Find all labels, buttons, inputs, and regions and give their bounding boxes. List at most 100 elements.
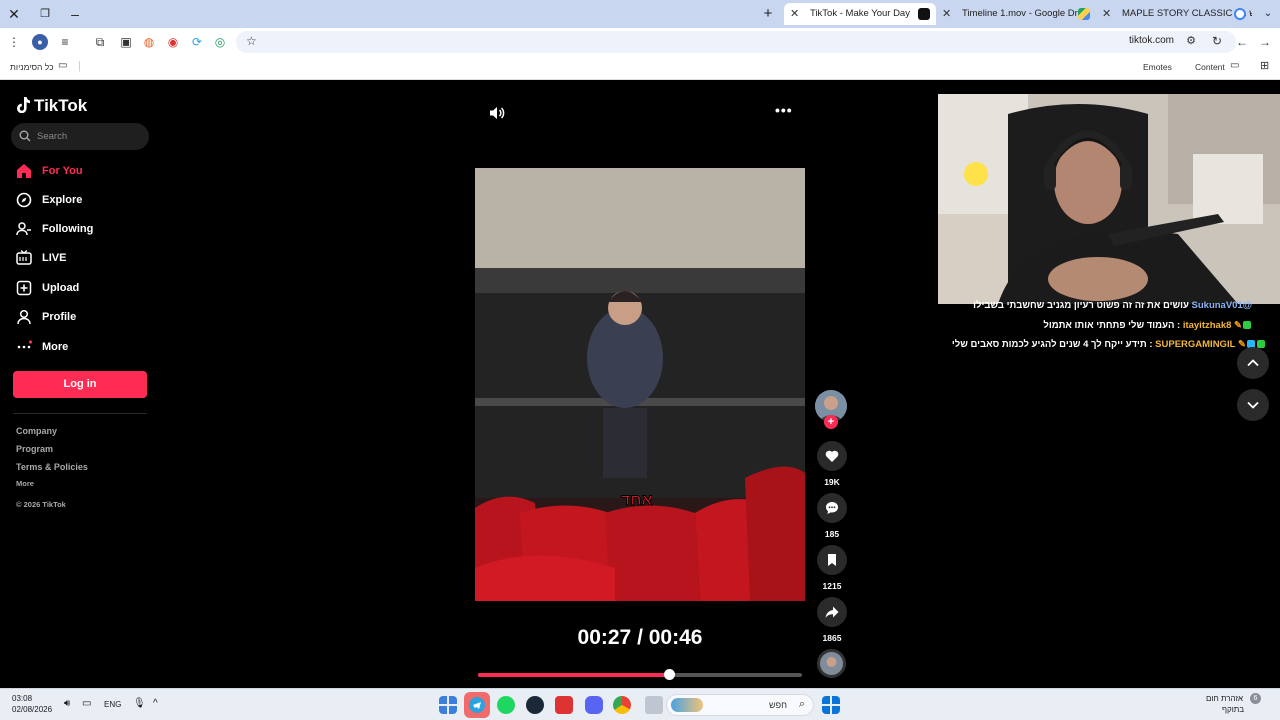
video-progress-bar[interactable] — [478, 669, 802, 680]
comment-button[interactable] — [817, 493, 847, 523]
apps-grid-launcher-icon[interactable] — [439, 696, 457, 714]
video-progress-knob[interactable] — [664, 669, 676, 680]
footer-terms-link[interactable]: Terms & Policies — [16, 462, 88, 472]
bookmark-star-icon[interactable]: ☆ — [246, 34, 257, 48]
drive-favicon-icon — [1078, 8, 1090, 20]
nav-following[interactable]: Following — [16, 219, 93, 239]
bookmarks-divider: | — [78, 60, 81, 72]
tab-search-chevron-icon[interactable]: ⌄ — [1258, 4, 1278, 24]
chrome-app-icon[interactable] — [613, 696, 631, 714]
extension-blue-icon[interactable]: ⟳ — [189, 34, 205, 50]
video-progress-fill — [478, 673, 670, 677]
volume-tray-icon[interactable]: 🔊︎ — [64, 699, 70, 709]
clock-date[interactable]: 02/08/2026 — [12, 705, 52, 715]
telegram-app-icon[interactable] — [464, 692, 490, 718]
webcam-overlay — [938, 94, 1280, 304]
chat-badge-icon — [1243, 321, 1251, 329]
taskbar-search-box[interactable]: חפש ⌕ — [666, 694, 814, 716]
minimize-window-icon[interactable]: – — [65, 4, 85, 24]
volume-icon[interactable] — [488, 104, 506, 122]
discord-app-icon[interactable] — [585, 696, 603, 714]
apps-grid-icon[interactable]: ⊞ — [1260, 59, 1269, 72]
microphone-tray-icon[interactable]: 🎙︎ — [133, 699, 146, 709]
taskbar-search-label: חפש — [769, 700, 787, 710]
footer-company-link[interactable]: Company — [16, 426, 57, 436]
follow-plus-button[interactable]: + — [824, 415, 838, 429]
chat-message: ✎ itayitzhak8 : העמוד שלי פתחתי אותו אתמ… — [1043, 320, 1252, 331]
upload-icon — [16, 280, 32, 296]
search-box[interactable] — [11, 123, 149, 150]
file-explorer-app-icon[interactable] — [645, 696, 663, 714]
bookmark-emotes[interactable]: Emotes — [1143, 62, 1172, 72]
footer-more-link[interactable]: More — [16, 479, 34, 488]
browser-tabbar: ✕ ❐ – + ✕ TikTok - Make Your Day ✕ Timel… — [0, 0, 1280, 28]
taskbar: 03:08 02/08/2026 🔊︎ ▭ ENG 🎙︎ ^ חפש ⌕ אזה… — [0, 688, 1280, 720]
new-tab-button[interactable]: + — [758, 4, 778, 24]
extension-red-icon[interactable]: ◉ — [165, 34, 181, 50]
close-tab-icon[interactable]: ✕ — [790, 3, 799, 25]
music-disc-icon[interactable] — [817, 649, 846, 678]
nav-more[interactable]: More — [16, 337, 68, 357]
tiktok-favicon-icon — [918, 8, 930, 20]
reading-list-icon[interactable]: ≡ — [57, 34, 73, 50]
reload-icon[interactable]: ↻ — [1212, 34, 1222, 48]
site-settings-icon[interactable]: ⚙ — [1186, 34, 1196, 47]
tab-tiktok[interactable]: ✕ TikTok - Make Your Day — [784, 3, 936, 25]
weather-warning-line2[interactable]: בתוקף — [1222, 705, 1244, 715]
footer-program-link[interactable]: Program — [16, 444, 53, 454]
windows-start-icon[interactable] — [822, 696, 840, 714]
menu-kebab-icon[interactable]: ⋮ — [6, 34, 22, 50]
bookmark-button[interactable] — [817, 545, 847, 575]
all-bookmarks-link[interactable]: כל הסימניות — [10, 62, 54, 72]
nav-explore[interactable]: Explore — [16, 190, 82, 210]
close-window-icon[interactable]: ✕ — [4, 4, 24, 24]
extension-orange-icon[interactable]: ◍ — [141, 34, 157, 50]
nav-label: LIVE — [42, 252, 67, 264]
live-icon — [16, 250, 32, 265]
weather-warning-line1[interactable]: אזהרת חום — [1206, 694, 1243, 704]
like-button[interactable] — [817, 441, 847, 471]
share-arrow-icon — [825, 606, 839, 618]
nav-live[interactable]: LIVE — [16, 248, 66, 268]
screenshot-extension-icon[interactable]: ▣ — [118, 34, 134, 50]
close-tab-icon[interactable]: ✕ — [1102, 3, 1111, 25]
nav-label: Profile — [42, 311, 77, 323]
address-bar[interactable]: ☆ tiktok.com ⚙ ↻ — [236, 31, 1236, 53]
clock-time[interactable]: 03:08 — [12, 694, 32, 704]
nav-for-you[interactable]: For You — [16, 161, 83, 181]
close-tab-icon[interactable]: ✕ — [942, 3, 951, 25]
tab-google-drive[interactable]: ✕ Timeline 1.mov - Google Drive — [936, 3, 1096, 25]
language-indicator[interactable]: ENG — [104, 700, 121, 710]
bookmark-content[interactable]: Content — [1195, 62, 1225, 72]
tiktok-logo[interactable]: TikTok — [16, 96, 87, 116]
nav-upload[interactable]: Upload — [16, 278, 79, 298]
extensions-icon[interactable]: ⧉ — [92, 34, 108, 50]
video-player[interactable]: אחד — [475, 168, 805, 601]
google-favicon-icon — [1234, 8, 1246, 20]
bookmark-icon — [828, 554, 836, 566]
app-red-icon[interactable] — [555, 696, 573, 714]
chat-text: עושים את זה זה פשוט רעיון מגניב שחשבתי ב… — [973, 300, 1189, 311]
forward-arrow-icon[interactable]: → — [1257, 34, 1273, 50]
nav-label: Explore — [42, 194, 83, 206]
share-button[interactable] — [817, 597, 847, 627]
nav-profile[interactable]: Profile — [16, 307, 76, 327]
back-arrow-icon[interactable]: ← — [1234, 34, 1250, 50]
restore-window-icon[interactable]: ❐ — [35, 4, 55, 24]
profile-avatar-icon[interactable]: ● — [32, 34, 48, 50]
tiktok-note-icon — [17, 97, 30, 113]
network-tray-icon[interactable]: ▭ — [82, 699, 91, 709]
tray-overflow-chevron-icon[interactable]: ^ — [153, 699, 158, 709]
previous-video-button[interactable] — [1237, 347, 1269, 379]
video-frame-image — [475, 168, 805, 601]
spotify-app-icon[interactable] — [497, 696, 515, 714]
chat-username: SUPERGAMINGIL — [1155, 339, 1236, 350]
next-video-button[interactable] — [1237, 389, 1269, 421]
steam-app-icon[interactable] — [526, 696, 544, 714]
video-options-icon[interactable]: ••• — [775, 102, 793, 118]
logo-text: TikTok — [34, 96, 88, 115]
search-input[interactable] — [37, 129, 137, 144]
login-button[interactable]: Log in — [13, 371, 147, 398]
tab-google-search[interactable]: ✕ MAPLE STORY CLASSIC - חיפוש ב — [1096, 3, 1252, 25]
extension-green-icon[interactable]: ◎ — [212, 34, 228, 50]
